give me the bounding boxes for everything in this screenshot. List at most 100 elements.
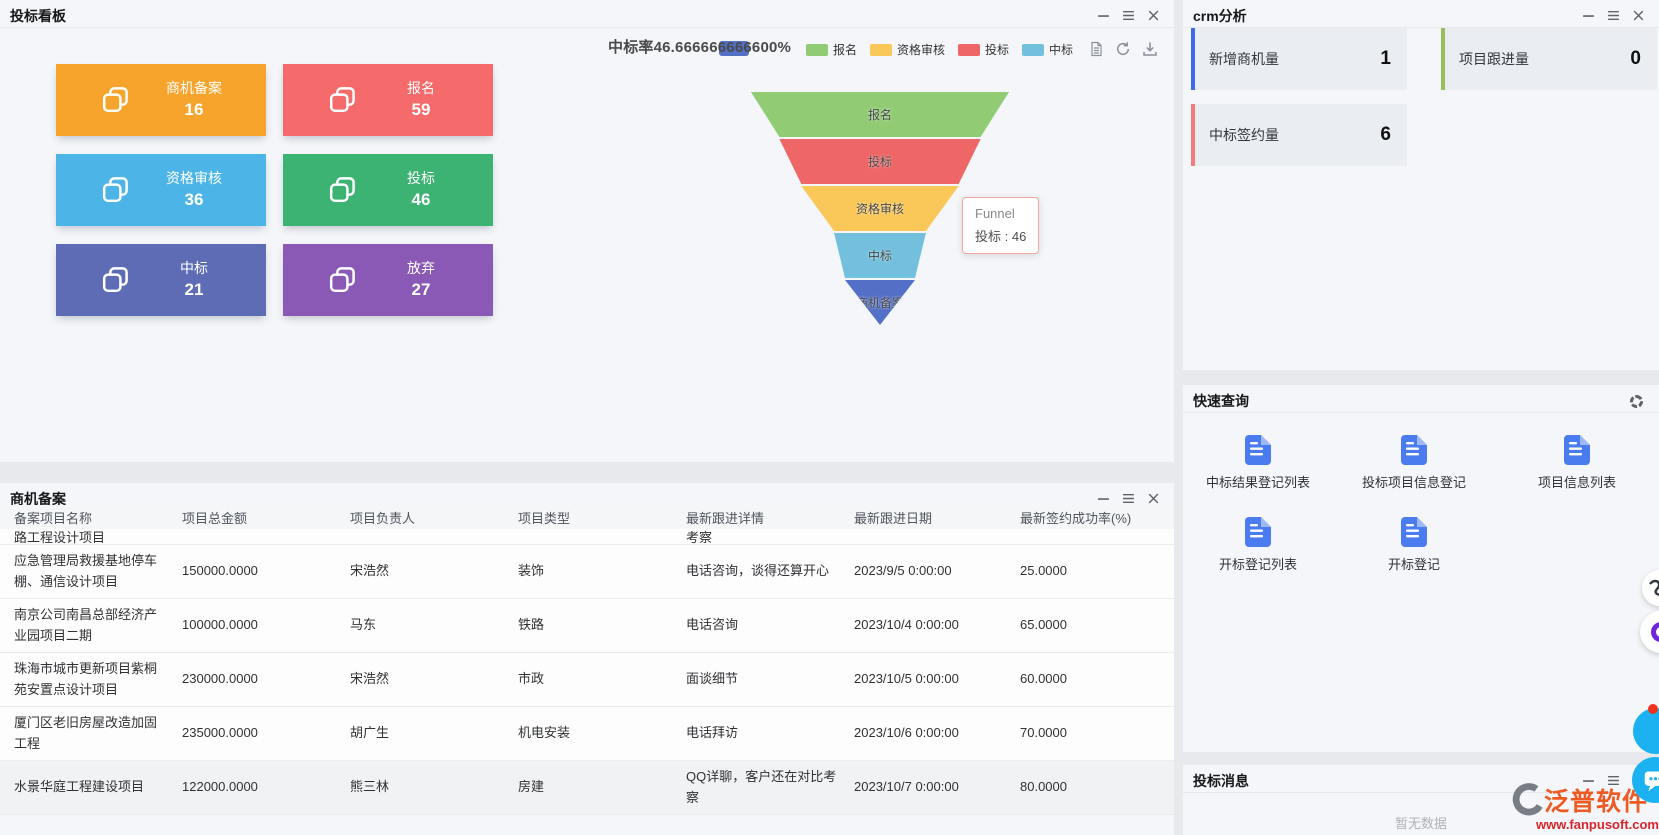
stat-card-放弃[interactable]: 放弃 27 — [283, 244, 493, 316]
funnel-label: 资格审核 — [856, 200, 904, 217]
legend-item-投标[interactable]: 投标 — [958, 41, 1009, 58]
table-cell: 60.0000 — [1020, 663, 1174, 695]
stat-card-资格审核[interactable]: 资格审核 36 — [56, 154, 266, 226]
panel-header: 投标看板 — [0, 0, 1174, 28]
stat-card-报名[interactable]: 报名 59 — [283, 64, 493, 136]
close-icon[interactable] — [1147, 9, 1160, 22]
funnel-segment-投标[interactable]: 投标 — [751, 139, 1009, 184]
minimize-icon[interactable] — [1097, 9, 1110, 22]
table-cell: 2023/10/7 0:00:00 — [854, 771, 1020, 803]
table-cell: 装饰 — [518, 555, 686, 587]
table-cell: 150000.0000 — [182, 555, 350, 587]
legend-chip — [958, 44, 980, 56]
crm-card-label: 项目跟进量 — [1459, 49, 1529, 69]
copy-icon — [325, 173, 359, 207]
legend-chip — [870, 44, 892, 56]
crm-card-label: 中标签约量 — [1209, 125, 1279, 145]
table-cell: 熊三林 — [350, 771, 518, 803]
stat-card-label: 商机备案 — [132, 80, 256, 98]
minimize-icon[interactable] — [1097, 492, 1110, 505]
quick-link-开标登记列表[interactable]: 开标登记列表 — [1219, 517, 1297, 573]
quick-link-中标结果登记列表[interactable]: 中标结果登记列表 — [1206, 435, 1310, 491]
funnel-legend: 报名 资格审核 投标 中标 — [806, 41, 1073, 58]
table-cell: 235000.0000 — [182, 717, 350, 749]
legend-item-报名[interactable]: 报名 — [806, 41, 857, 58]
stat-card-商机备案[interactable]: 商机备案 16 — [56, 64, 266, 136]
table-cell: 厦门区老旧房屋改造加固工程 — [14, 707, 182, 759]
stat-card-投标[interactable]: 投标 46 — [283, 154, 493, 226]
menu-icon[interactable] — [1607, 9, 1620, 22]
table-cell: 电话拜访 — [686, 717, 854, 749]
menu-icon[interactable] — [1122, 9, 1135, 22]
column-header: 最新跟进日期 — [854, 508, 1020, 527]
document-icon — [1401, 517, 1427, 547]
stat-card-value: 59 — [359, 99, 483, 120]
stat-card-value: 36 — [132, 189, 256, 210]
stat-card-value: 16 — [132, 99, 256, 120]
table-row[interactable]: 水景华庭工程建设项目122000.0000熊三林房建QQ详聊，客户还在对比考察2… — [0, 761, 1174, 815]
chart-tooltip: Funnel 投标 : 46 — [962, 197, 1039, 254]
data-view-icon[interactable] — [1088, 41, 1104, 57]
legend-chip — [1022, 44, 1044, 56]
legend-item-资格审核[interactable]: 资格审核 — [870, 41, 945, 58]
refresh-icon[interactable] — [1115, 41, 1131, 57]
funnel-segment-商机备案[interactable]: 商机备案 — [751, 280, 1009, 325]
clipped-cell: 路工程设计项目 — [14, 529, 166, 545]
table-row[interactable]: 珠海市城市更新项目紫桐苑安置点设计项目230000.0000宋浩然市政面谈细节2… — [0, 653, 1174, 707]
table-cell: 70.0000 — [1020, 717, 1174, 749]
tooltip-value: 投标 : 46 — [975, 226, 1026, 245]
quick-link-项目信息列表[interactable]: 项目信息列表 — [1538, 435, 1616, 491]
quick-link-开标登记[interactable]: 开标登记 — [1388, 517, 1440, 573]
quick-link-label: 投标项目信息登记 — [1362, 472, 1466, 491]
table-cell: 80.0000 — [1020, 771, 1174, 803]
quick-link-投标项目信息登记[interactable]: 投标项目信息登记 — [1362, 435, 1466, 491]
table-row-clipped[interactable]: 路工程设计项目 考察 — [0, 529, 1174, 545]
funnel-label: 商机备案 — [856, 294, 904, 311]
legend-item-中标[interactable]: 中标 — [1022, 41, 1073, 58]
quick-link-grid: 中标结果登记列表 投标项目信息登记 项目信息列表 开标登记列表 — [1183, 435, 1659, 573]
table-cell: 65.0000 — [1020, 609, 1174, 641]
tooltip-series: Funnel — [975, 206, 1026, 221]
table-cell: 马东 — [350, 609, 518, 641]
table-cell: 铁路 — [518, 609, 686, 641]
column-header: 项目类型 — [518, 508, 686, 527]
table-cell: QQ详聊，客户还在对比考察 — [686, 761, 854, 813]
crm-card-中标签约量[interactable]: 中标签约量 6 — [1191, 104, 1407, 166]
scribble-icon — [1642, 570, 1659, 606]
page-title: 投标看板 — [10, 6, 66, 26]
table-body: 应急管理局救援基地停车棚、通信设计项目150000.0000宋浩然装饰电话咨询，… — [0, 545, 1174, 815]
funnel-segment-报名[interactable]: 报名 — [751, 92, 1009, 137]
legend-label: 资格审核 — [897, 41, 945, 58]
table-header-row: 备案项目名称项目总金额项目负责人项目类型最新跟进详情最新跟进日期最新签约成功率(… — [0, 505, 1174, 529]
floating-side-button[interactable] — [1642, 570, 1659, 606]
table-row[interactable]: 应急管理局救援基地停车棚、通信设计项目150000.0000宋浩然装饰电话咨询，… — [0, 545, 1174, 599]
purple-ring-icon — [1649, 620, 1659, 644]
stat-card-中标[interactable]: 中标 21 — [56, 244, 266, 316]
table-cell: 2023/10/5 0:00:00 — [854, 663, 1020, 695]
chart-toolbar — [1088, 41, 1158, 57]
close-icon[interactable] — [1147, 492, 1160, 505]
close-icon[interactable] — [1632, 9, 1645, 22]
crm-card-新增商机量[interactable]: 新增商机量 1 — [1191, 28, 1407, 90]
panel-biz-records: 商机备案 备案项目名称项目总金额项目负责人项目类型最新跟进详情最新跟进日期最新签… — [0, 483, 1174, 835]
copy-icon — [98, 83, 132, 117]
menu-icon[interactable] — [1122, 492, 1135, 505]
legend-label: 投标 — [985, 41, 1009, 58]
chat-bubble-icon — [1642, 767, 1659, 794]
crm-card-项目跟进量[interactable]: 项目跟进量 0 — [1441, 28, 1657, 90]
gear-icon[interactable] — [1630, 395, 1643, 408]
document-icon — [1245, 435, 1271, 465]
funnel-label: 中标 — [868, 247, 892, 264]
column-header: 最新签约成功率(%) — [1020, 508, 1174, 527]
download-icon[interactable] — [1142, 41, 1158, 57]
stat-card-value: 21 — [132, 279, 256, 300]
table-cell: 水景华庭工程建设项目 — [14, 771, 182, 803]
table-cell: 122000.0000 — [182, 771, 350, 803]
minimize-icon[interactable] — [1582, 9, 1595, 22]
table-cell: 南京公司南昌总部经济产业园项目二期 — [14, 599, 182, 651]
stat-card-label: 放弃 — [359, 260, 483, 278]
quick-link-label: 项目信息列表 — [1538, 472, 1616, 491]
panel-bid-dashboard: 投标看板 商机备案 16 报名 59 资格审核 — [0, 0, 1174, 462]
table-row[interactable]: 厦门区老旧房屋改造加固工程235000.0000胡广生机电安装电话拜访2023/… — [0, 707, 1174, 761]
table-row[interactable]: 南京公司南昌总部经济产业园项目二期100000.0000马东铁路电话咨询2023… — [0, 599, 1174, 653]
